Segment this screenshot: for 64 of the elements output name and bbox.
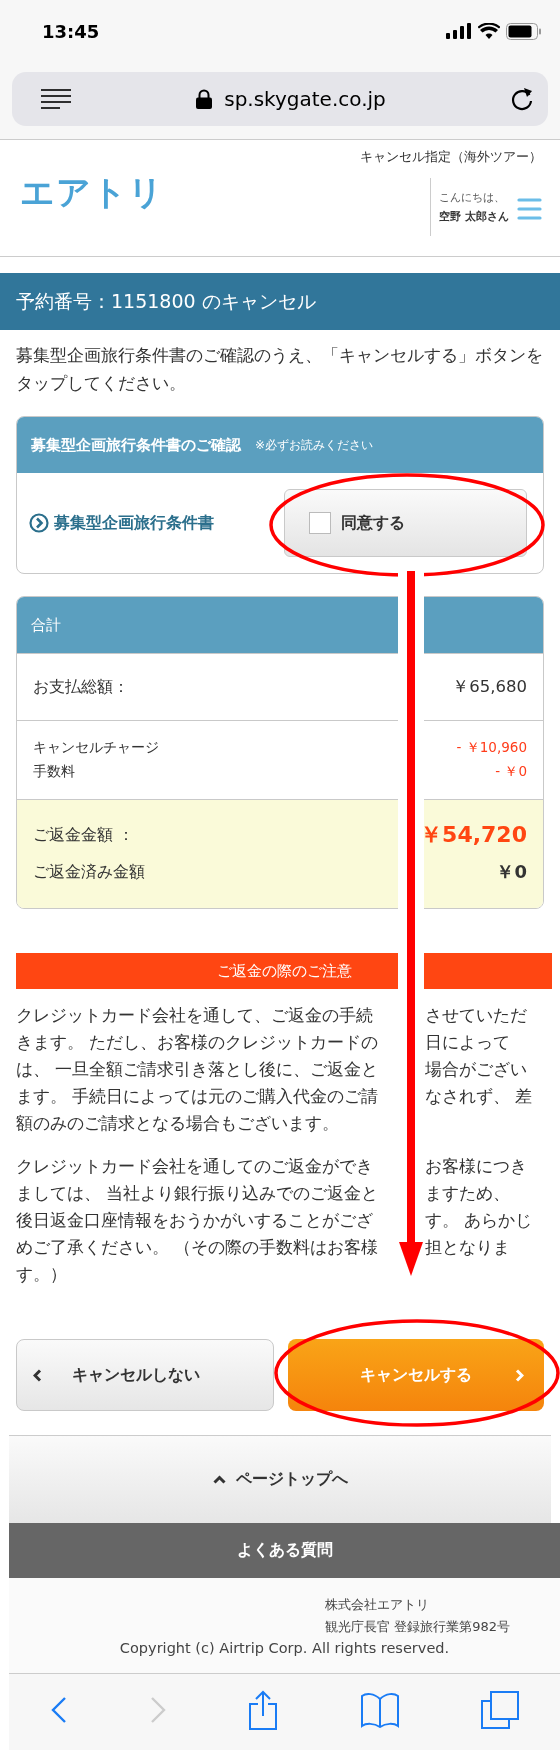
tabs-icon[interactable] <box>481 1690 520 1729</box>
notice-text: ますため、 <box>425 1181 510 1205</box>
copyright-text: Copyright (c) Airtrip Corp. All rights reserved. <box>119 1640 450 1656</box>
notice-text: 日によって <box>425 1030 510 1054</box>
notice-text: 後日返金口座情報をおうかがいすることがござ <box>16 1208 374 1232</box>
notice-text: 担となりま <box>425 1235 510 1259</box>
user-name: 空野 太郎さん <box>439 208 510 224</box>
notice-text: きます。 ただし、お客様のクレジットカードの <box>16 1030 380 1054</box>
page-label: キャンセル指定（海外ツアー） <box>360 148 542 166</box>
lock-icon <box>196 89 213 109</box>
notice-text: ます。 手続日によっては元のご購入代金のご請 <box>16 1084 380 1108</box>
reader-icon[interactable] <box>40 88 72 110</box>
faq-link[interactable]: よくある質問 <box>9 1523 560 1578</box>
chevron-right-icon <box>515 1368 524 1382</box>
notice-text: す。 あらかじ <box>425 1208 533 1232</box>
checkbox[interactable] <box>309 512 331 534</box>
keep-booking-button[interactable]: キャンセルしない <box>16 1339 274 1411</box>
back-icon[interactable] <box>49 1695 68 1724</box>
card-heading: 合計 <box>31 615 61 635</box>
notice-text: なされず、 差 <box>425 1084 533 1108</box>
wifi-icon <box>478 23 500 39</box>
amount-label: ご返金済み金額 <box>33 861 145 883</box>
title-bar: 予約番号：1151800 のキャンセル <box>0 273 560 330</box>
amount-value: ￥0 <box>496 860 527 884</box>
reload-icon[interactable] <box>510 86 534 112</box>
amount-value: ￥65,680 <box>452 676 527 698</box>
company-name: 株式会社エアトリ <box>325 1596 429 1614</box>
page-top-button[interactable]: ページトップへ <box>9 1435 551 1523</box>
url-text: sp.skygate.co.jp <box>224 87 386 111</box>
share-icon[interactable] <box>248 1689 279 1730</box>
amount-value: - ￥0 <box>495 763 527 781</box>
signal-icon <box>446 23 472 39</box>
notice-text: クレジットカード会社を通して、ご返金の手続 <box>16 1003 374 1027</box>
amount-label: ご返金金額 ： <box>33 824 134 846</box>
notice-text: クレジットカード会社を通してのご返金ができ <box>16 1154 374 1178</box>
agree-button[interactable]: 同意する <box>284 489 527 557</box>
chevron-left-icon <box>33 1368 42 1382</box>
battery-icon <box>506 22 542 40</box>
amount-label: キャンセルチャージ <box>33 739 159 757</box>
terms-link[interactable]: 募集型企画旅行条件書 <box>29 512 214 534</box>
amount-label: 手数料 <box>33 763 75 781</box>
notice-text: させていただ <box>425 1003 527 1027</box>
notice-heading: ご返金の際のご注意 <box>16 953 552 989</box>
bookmarks-icon[interactable] <box>359 1691 400 1728</box>
amount-value: ￥54,720 <box>420 821 527 849</box>
caret-up-icon <box>212 1475 226 1484</box>
notice-text: す。） <box>16 1262 68 1286</box>
address-bar[interactable]: sp.skygate.co.jp <box>12 72 548 126</box>
notice-text: ましては、 当社より銀行振り込みでのご返金と <box>16 1181 380 1205</box>
card-note: ※必ずお読みください <box>255 436 374 454</box>
intro-text: 募集型企画旅行条件書のご確認のうえ、「キャンセルする」ボタンをタップしてください。 <box>16 345 544 395</box>
notice-text: は、 一旦全額ご請求引き落とし後に、ご返金と <box>16 1057 380 1081</box>
notice-text: お客様につき <box>425 1154 527 1178</box>
registration-text: 観光庁長官 登録旅行業第982号 <box>325 1618 510 1636</box>
greeting-text: こんにちは、 <box>439 190 506 205</box>
chevron-circle-icon <box>29 513 49 533</box>
notice-text: 額のみのご請求となる場合もございます。 <box>16 1111 340 1135</box>
amount-label: お支払総額： <box>33 676 129 698</box>
notice-text: めご了承ください。 （その際の手数料はお客様 <box>16 1235 380 1259</box>
menu-icon[interactable] <box>517 198 542 220</box>
amount-value: - ￥10,960 <box>456 739 527 757</box>
status-time: 13:45 <box>42 20 100 42</box>
card-heading: 募集型企画旅行条件書のご確認 <box>31 435 241 455</box>
notice-text: 場合がござい <box>425 1057 527 1081</box>
